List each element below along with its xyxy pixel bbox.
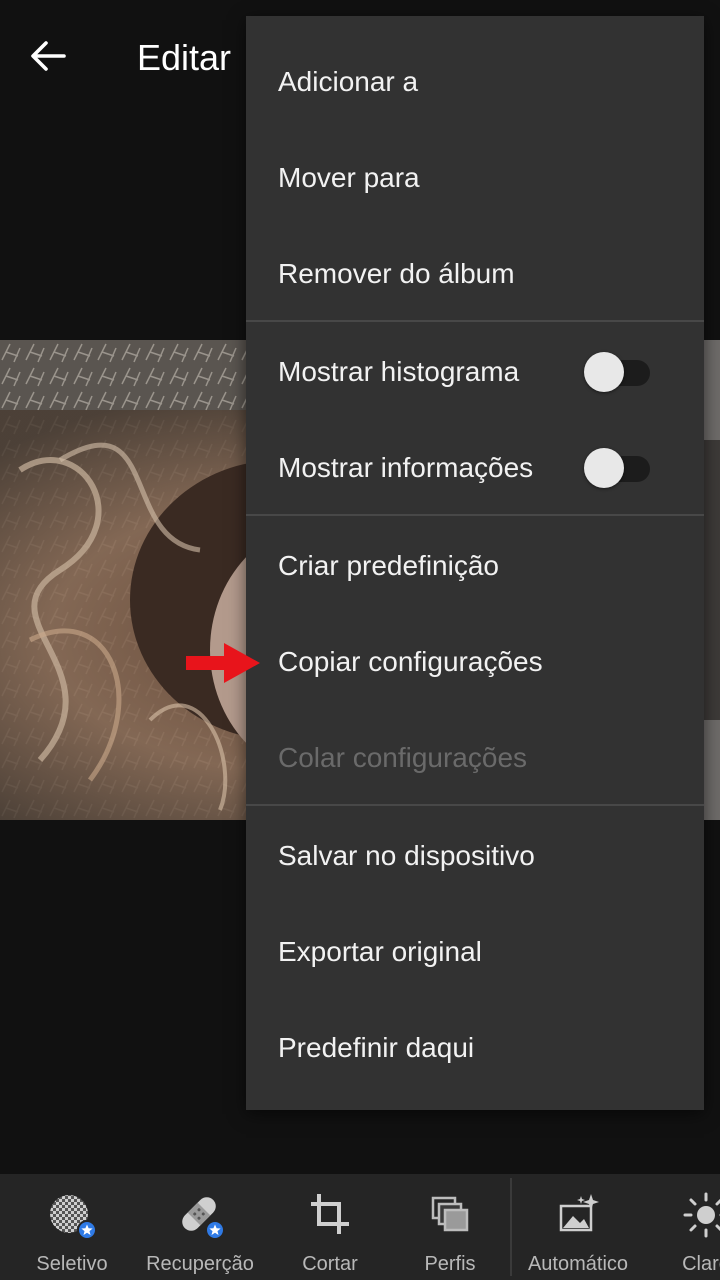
menu-item-label: Salvar no dispositivo: [278, 840, 535, 871]
menu-item-label: Mostrar informações: [278, 452, 534, 483]
tool-label: Seletivo: [36, 1253, 108, 1275]
menu-item-move-to[interactable]: Mover para: [246, 130, 704, 226]
info-toggle[interactable]: [584, 448, 650, 488]
tool-label: Perfis: [424, 1253, 476, 1275]
toggle-knob: [584, 448, 624, 488]
menu-item-create-preset[interactable]: Criar predefinição: [246, 518, 704, 614]
menu-item-export-original[interactable]: Exportar original: [246, 904, 704, 1000]
menu-item-label: Remover do álbum: [278, 258, 515, 289]
tool-label: Recuperção: [146, 1253, 254, 1275]
toolbar-divider: [510, 1178, 512, 1276]
menu-item-label: Colar configurações: [278, 742, 528, 773]
page-title: Editar: [137, 37, 232, 78]
tool-label: Automático: [527, 1253, 629, 1275]
toggle-knob: [584, 352, 624, 392]
premium-star-badge: [77, 1220, 97, 1240]
menu-item-preset-from-here[interactable]: Predefinir daqui: [246, 1000, 704, 1096]
menu-item-copy-settings[interactable]: Copiar configurações: [246, 614, 704, 710]
menu-item-save-to-device[interactable]: Salvar no dispositivo: [246, 808, 704, 904]
tool-profiles[interactable]: Perfis: [400, 1174, 500, 1280]
menu-item-show-info[interactable]: Mostrar informações: [246, 420, 704, 516]
menu-item-add-to[interactable]: Adicionar a: [246, 34, 704, 130]
tool-label: Claro: [682, 1253, 720, 1275]
menu-item-label: Copiar configurações: [278, 646, 543, 677]
light-icon: [681, 1190, 720, 1240]
tool-auto[interactable]: Automático: [520, 1174, 636, 1280]
overflow-menu: Adicionar a Mover para Remover do álbum …: [246, 16, 704, 1110]
auto-icon: [553, 1190, 603, 1240]
back-button[interactable]: [22, 30, 74, 82]
tool-healing[interactable]: Recuperção: [140, 1174, 260, 1280]
menu-item-label: Criar predefinição: [278, 550, 499, 581]
tool-crop[interactable]: Cortar: [280, 1174, 380, 1280]
tool-light[interactable]: Claro: [656, 1174, 720, 1280]
tool-label: Cortar: [302, 1253, 358, 1275]
back-arrow-icon: [31, 41, 66, 71]
menu-divider: [246, 804, 704, 806]
bottom-toolbar: Seletivo Recuperção Cortar Perfis Automá…: [0, 1174, 720, 1280]
crop-icon: [305, 1190, 355, 1240]
healing-bandage-icon: [175, 1190, 225, 1240]
profiles-icon: [425, 1190, 475, 1240]
menu-item-label: Predefinir daqui: [278, 1032, 475, 1063]
red-pointer-arrow-icon: [186, 643, 260, 683]
menu-item-remove-from-album[interactable]: Remover do álbum: [246, 226, 704, 322]
menu-item-label: Mostrar histograma: [278, 356, 520, 387]
menu-item-label: Mover para: [278, 162, 420, 193]
premium-star-badge: [205, 1220, 225, 1240]
selective-icon: [47, 1190, 97, 1240]
histogram-toggle[interactable]: [584, 352, 650, 392]
menu-divider: [246, 514, 704, 516]
menu-item-label: Exportar original: [278, 936, 482, 967]
menu-divider: [246, 320, 704, 322]
tool-selective[interactable]: Seletivo: [22, 1174, 122, 1280]
menu-item-show-histogram[interactable]: Mostrar histograma: [246, 324, 704, 420]
menu-item-paste-settings: Colar configurações: [246, 710, 704, 806]
menu-item-label: Adicionar a: [278, 66, 419, 97]
